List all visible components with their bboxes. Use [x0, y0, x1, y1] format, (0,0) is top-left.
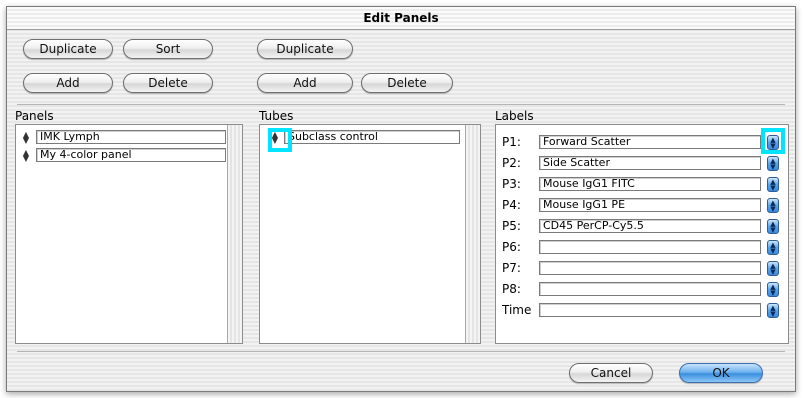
- panels-add-button[interactable]: Add: [23, 73, 113, 93]
- label-field[interactable]: Forward Scatter: [539, 135, 761, 149]
- cancel-button[interactable]: Cancel: [569, 363, 653, 383]
- label-name: P7:: [502, 261, 521, 275]
- stepper-icon[interactable]: ▲ ▼: [767, 177, 779, 192]
- panel-name-field[interactable]: IMK Lymph: [36, 130, 226, 144]
- stepper-icon[interactable]: ▲ ▼: [767, 198, 779, 213]
- label-field[interactable]: CD45 PerCP-Cy5.5: [539, 219, 761, 233]
- highlight-marker: [268, 128, 292, 152]
- label-name: P5:: [502, 219, 521, 233]
- tubes-label: Tubes: [259, 109, 294, 123]
- updown-arrows-icon[interactable]: ▲ ▼: [20, 131, 32, 145]
- label-name: P3:: [502, 177, 521, 191]
- separator: [17, 351, 785, 352]
- label-field[interactable]: Mouse IgG1 FITC: [539, 177, 761, 191]
- stepper-icon[interactable]: ▲ ▼: [767, 303, 779, 318]
- panel-name-field[interactable]: My 4-color panel: [36, 148, 226, 162]
- label-name: Time: [502, 303, 532, 317]
- label-name: P2:: [502, 156, 521, 170]
- tubes-list-area: ▲ ▼ Subclass control: [260, 125, 465, 343]
- highlight-marker: [761, 128, 785, 154]
- label-field[interactable]: [539, 240, 761, 254]
- label-field[interactable]: Side Scatter: [539, 156, 761, 170]
- label-field[interactable]: [539, 282, 761, 296]
- label-name: P6:: [502, 240, 521, 254]
- label-field[interactable]: [539, 261, 761, 275]
- panels-label: Panels: [15, 109, 54, 123]
- label-name: P8:: [502, 282, 521, 296]
- labels-label: Labels: [495, 109, 534, 123]
- tube-name-field[interactable]: Subclass control: [284, 130, 460, 144]
- stepper-icon[interactable]: ▲ ▼: [767, 240, 779, 255]
- label-field[interactable]: Mouse IgG1 PE: [539, 198, 761, 212]
- tubes-list: ▲ ▼ Subclass control: [259, 124, 481, 344]
- list-item[interactable]: ▲ ▼ My 4-color panel: [16, 147, 228, 163]
- updown-arrows-icon[interactable]: ▲ ▼: [20, 149, 32, 163]
- stepper-icon[interactable]: ▲ ▼: [767, 219, 779, 234]
- panels-sort-button[interactable]: Sort: [123, 39, 213, 59]
- edit-panels-dialog: Edit Panels Duplicate Sort Add Delete Du…: [6, 6, 796, 392]
- tubes-add-button[interactable]: Add: [257, 73, 353, 93]
- label-name: P1:: [502, 135, 521, 149]
- label-field[interactable]: [539, 303, 761, 317]
- panels-scrollbar[interactable]: [227, 125, 242, 343]
- panels-list: ▲ ▼ IMK Lymph ▲ ▼ My 4-color panel: [15, 124, 243, 344]
- label-name: P4:: [502, 198, 521, 212]
- labels-panel: P1: Forward Scatter ▲ ▼ P2: Side Scatter …: [495, 124, 789, 344]
- stepper-icon[interactable]: ▲ ▼: [767, 156, 779, 171]
- panels-list-area: ▲ ▼ IMK Lymph ▲ ▼ My 4-color panel: [16, 125, 227, 343]
- panels-duplicate-button[interactable]: Duplicate: [23, 39, 113, 59]
- stepper-icon[interactable]: ▲ ▼: [767, 282, 779, 297]
- tubes-delete-button[interactable]: Delete: [361, 73, 453, 93]
- separator: [17, 104, 785, 105]
- list-item[interactable]: ▲ ▼ IMK Lymph: [16, 129, 228, 145]
- ok-button[interactable]: OK: [679, 363, 763, 383]
- window-title: Edit Panels: [7, 7, 795, 30]
- panels-delete-button[interactable]: Delete: [123, 73, 213, 93]
- stepper-icon[interactable]: ▲ ▼: [767, 261, 779, 276]
- tubes-duplicate-button[interactable]: Duplicate: [257, 39, 353, 59]
- tubes-scrollbar[interactable]: [465, 125, 480, 343]
